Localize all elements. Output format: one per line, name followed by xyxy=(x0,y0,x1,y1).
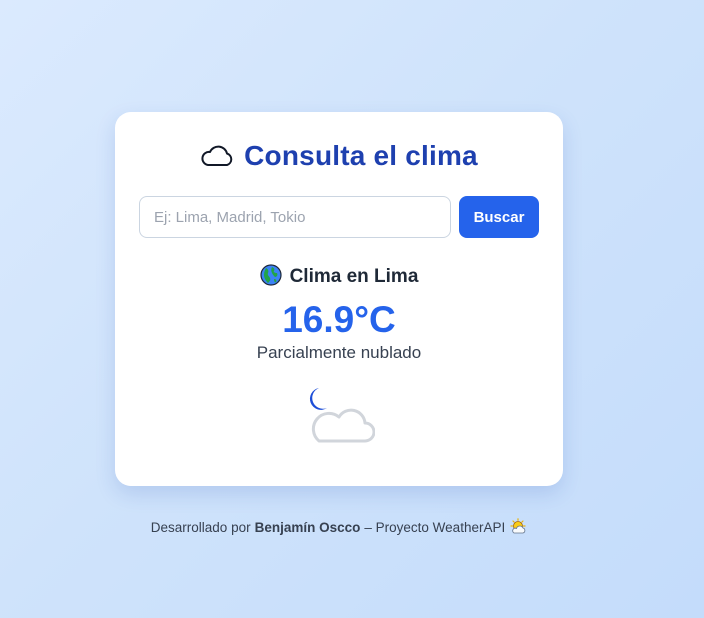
search-button[interactable]: Buscar xyxy=(459,196,539,238)
location-row: Clima en Lima xyxy=(115,264,563,290)
footer-author: Benjamín Oscco xyxy=(254,520,361,535)
city-search-input[interactable] xyxy=(139,196,451,238)
weather-card: Consulta el clima Buscar Clima en Lima 1… xyxy=(115,112,563,486)
footer-prefix: Desarrollado por xyxy=(150,520,251,535)
page-title: Consulta el clima xyxy=(244,140,478,171)
sun-behind-cloud-icon xyxy=(509,518,527,537)
condition-text: Parcialmente nublado xyxy=(256,343,422,362)
globe-americas-icon xyxy=(259,264,282,290)
footer: Desarrollado por Benjamín Oscco – Proyec… xyxy=(0,518,678,537)
location-label: Clima en Lima xyxy=(289,266,419,287)
title-row: Consulta el clima xyxy=(115,136,563,176)
temperature-value: 16.9°C xyxy=(282,299,396,340)
cloud-outline-icon xyxy=(200,145,234,167)
footer-suffix: – Proyecto WeatherAPI xyxy=(364,520,506,535)
moon-cloud-icon xyxy=(305,384,376,444)
